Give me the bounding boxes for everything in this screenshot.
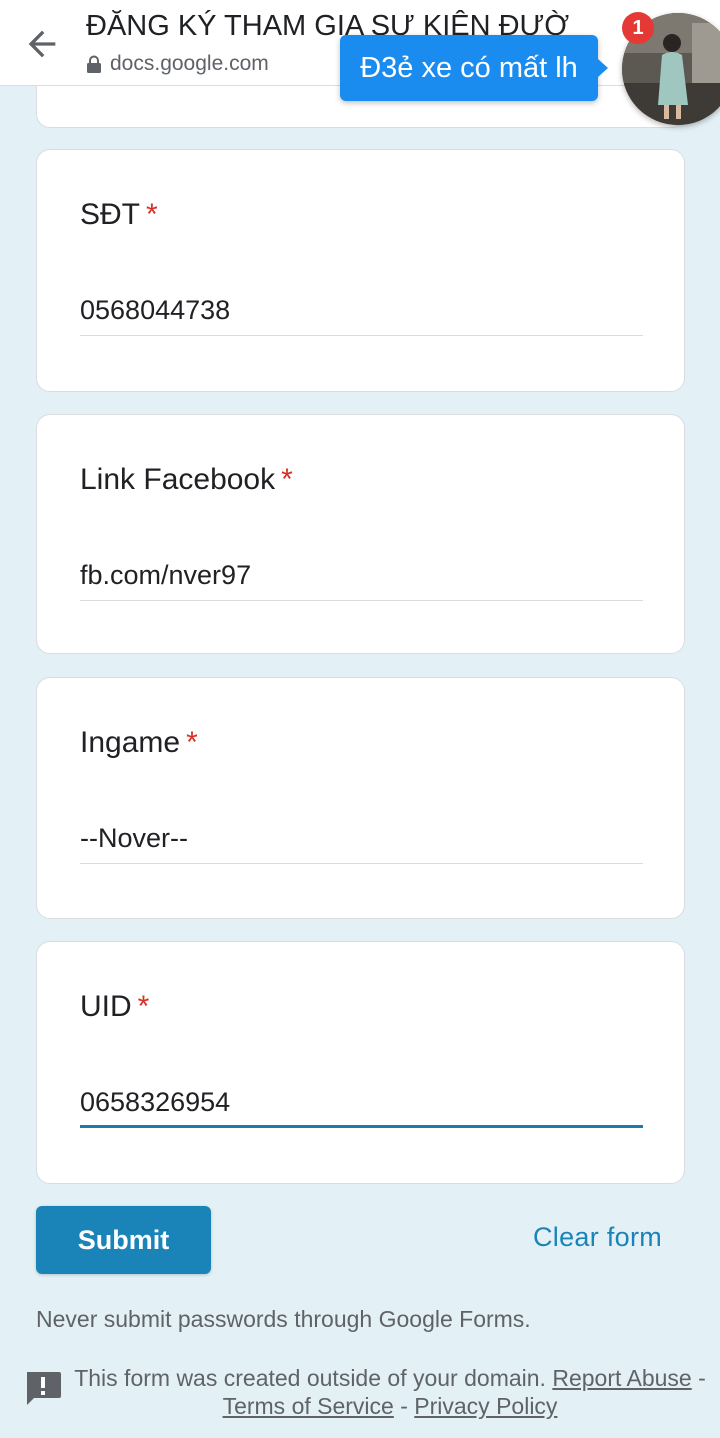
separator: - bbox=[698, 1365, 706, 1391]
question-card-uid: UID * 0658326954 bbox=[36, 941, 685, 1184]
separator: - bbox=[400, 1393, 408, 1419]
required-asterisk: * bbox=[137, 990, 150, 1023]
question-label: UID * bbox=[80, 990, 150, 1023]
clear-form-button[interactable]: Clear form bbox=[533, 1222, 662, 1253]
url-text: docs.google.com bbox=[110, 52, 269, 75]
required-asterisk: * bbox=[281, 463, 293, 496]
password-warning: Never submit passwords through Google Fo… bbox=[36, 1306, 531, 1332]
footer-notice: This form was created outside of your do… bbox=[70, 1364, 710, 1420]
question-label: Ingame * bbox=[80, 726, 198, 759]
facebook-link-input[interactable]: fb.com/nver97 bbox=[80, 555, 643, 601]
required-asterisk: * bbox=[186, 726, 198, 759]
lock-icon bbox=[87, 55, 101, 73]
question-label: SĐT * bbox=[80, 198, 158, 231]
phone-input[interactable]: 0568044738 bbox=[80, 290, 643, 336]
terms-of-service-link[interactable]: Terms of Service bbox=[223, 1393, 394, 1419]
required-asterisk: * bbox=[146, 198, 158, 231]
question-label: Link Facebook * bbox=[80, 463, 293, 496]
question-card-phone: SĐT * 0568044738 bbox=[36, 149, 685, 392]
domain-notice: This form was created outside of your do… bbox=[74, 1365, 546, 1391]
privacy-policy-link[interactable]: Privacy Policy bbox=[414, 1393, 557, 1419]
ingame-input[interactable]: --Nover-- bbox=[80, 818, 643, 864]
back-button[interactable] bbox=[22, 24, 62, 64]
feedback-icon[interactable] bbox=[24, 1370, 62, 1406]
chat-message-bubble[interactable]: Đ3ẻ xe có mất lh bbox=[340, 35, 608, 101]
url-bar[interactable]: docs.google.com bbox=[86, 50, 269, 78]
report-abuse-link[interactable]: Report Abuse bbox=[552, 1365, 691, 1391]
back-arrow-icon bbox=[28, 30, 56, 58]
question-card-facebook: Link Facebook * fb.com/nver97 bbox=[36, 414, 685, 654]
question-card-ingame: Ingame * --Nover-- bbox=[36, 677, 685, 919]
submit-button[interactable]: Submit bbox=[36, 1206, 211, 1274]
uid-input[interactable]: 0658326954 bbox=[80, 1082, 643, 1128]
notification-badge: 1 bbox=[622, 12, 654, 44]
